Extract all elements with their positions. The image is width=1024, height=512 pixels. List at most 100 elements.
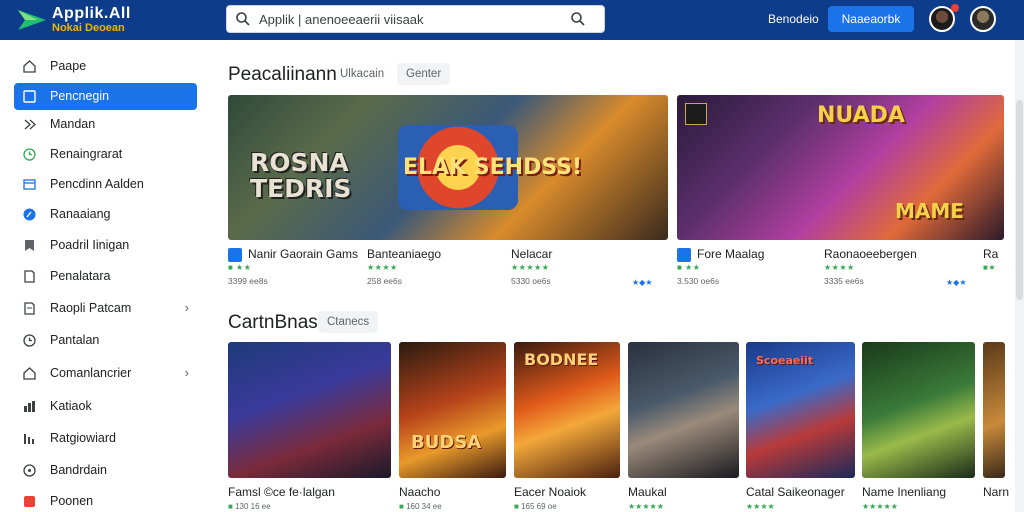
sidebar-item-8[interactable]: Penalatara (14, 263, 197, 290)
chevron-right-icon[interactable]: › (185, 300, 189, 315)
game-card[interactable]: Scoeaeiit (746, 342, 855, 478)
card-meta: ★★★★★ (862, 502, 898, 511)
rating-dots: ★◆★ (632, 278, 653, 287)
notification-badge (951, 4, 959, 12)
search-bar[interactable] (226, 5, 605, 33)
sidebar-item-5[interactable]: Pencdinn Aalden (14, 171, 197, 198)
document-icon (24, 270, 35, 283)
rating-stars: ★★★★ (367, 263, 398, 272)
clock-outline-icon (23, 334, 36, 347)
home-outline-icon (23, 367, 36, 380)
rating-dots: ★◆★ (946, 278, 967, 287)
banner-2-subtitle: MAME (895, 199, 964, 223)
section-title-featured: Peacaliinann (228, 64, 337, 85)
banner-1-center-title: ELAK SEHDSS! (403, 155, 583, 180)
brand-subtitle: Nokai Deoean (52, 22, 125, 34)
game-card[interactable] (983, 342, 1005, 478)
app-name: Fore Maalag (697, 247, 765, 261)
sidebar-item-label: Penalatara (50, 269, 111, 283)
card-title[interactable]: Naacho (399, 485, 440, 499)
card-title[interactable]: Maukal (628, 485, 667, 499)
card-title[interactable]: Eacer Noaiok (514, 485, 586, 499)
tab-featured[interactable]: Ulkacain (340, 68, 384, 80)
app-item[interactable]: Fore Maalag ■ ★★ 3.530 oe6s (677, 247, 817, 291)
card-title[interactable]: Famsl ©ce fe·lalgan (228, 485, 335, 499)
bookmark-icon (25, 240, 34, 251)
header-link[interactable]: Benodeio (768, 12, 819, 26)
game-card[interactable] (628, 342, 739, 478)
app-item[interactable]: Nelacar ★★★★★ 5330 oe6s (511, 247, 631, 291)
top-app-bar: Applik.All Nokai Deoean Benodeio Naaeaor… (0, 0, 1024, 40)
search-submit-icon[interactable] (570, 11, 586, 27)
app-name: Nelacar (511, 247, 553, 261)
card-meta: ★★★★ (746, 502, 775, 511)
filter-chip[interactable]: Genter (397, 63, 451, 85)
sidebar-item-4[interactable]: Renaingrarat (14, 141, 197, 168)
sidebar-item-10[interactable]: Pantalan (14, 327, 197, 354)
app-meta: 3335 ee6s (824, 276, 864, 286)
square-icon (23, 90, 36, 103)
featured-banner-1[interactable]: ROSNA TEDRIS ELAK SEHDSS! (228, 95, 668, 240)
sidebar-item-label: Pantalan (50, 333, 100, 347)
avatar-secondary[interactable] (970, 6, 996, 32)
sidebar-item-11[interactable]: Comanlancrier › (14, 360, 197, 387)
compass-icon (23, 208, 36, 221)
scrollbar[interactable] (1015, 40, 1024, 512)
chart-icon (24, 401, 35, 412)
bar-chart-icon (24, 434, 34, 444)
sidebar-item-9[interactable]: Raopli Patcam › (14, 295, 197, 322)
sidebar-item-label: Pencdinn Aalden (50, 177, 144, 191)
sidebar-item-label: Mandan (50, 117, 96, 131)
card-art-title: BUDSA (411, 432, 482, 453)
app-icon (677, 248, 691, 262)
card-title[interactable]: Narn (983, 485, 1009, 499)
sidebar-item-label: Comanlancrier (50, 366, 132, 380)
app-item[interactable]: Ra ■★ (983, 247, 1013, 291)
card-title[interactable]: Name Inenliang (862, 485, 946, 499)
sidebar-item-label: Raopli Patcam (50, 301, 132, 315)
rating-stars: ■ ★★ (228, 263, 252, 272)
window-icon (23, 179, 36, 190)
app-item[interactable]: Raonaoeebergen ★★★★ 3335 ee6s (824, 247, 944, 291)
sidebar-item-15[interactable]: Poonen (14, 488, 197, 512)
card-meta: ■ 130 16 ee (228, 502, 271, 511)
game-card[interactable] (862, 342, 975, 478)
banner-2-title: NUADA (817, 103, 905, 128)
card-art-title: Scoeaeiit (756, 354, 814, 367)
sidebar-item-13[interactable]: Ratgiowiard (14, 425, 197, 452)
filter-chip[interactable]: Ctanecs (318, 311, 379, 333)
card-title[interactable]: Catal Saikeonager (746, 485, 845, 499)
sidebar-item-label: Katiaok (50, 399, 92, 413)
featured-banner-2[interactable]: NUADA MAME (677, 95, 1004, 240)
sidebar-item-label: Ratgiowiard (50, 431, 117, 445)
sidebar-item-14[interactable]: Bandrdain (14, 457, 197, 484)
app-item[interactable]: Nanir Gaorain Gams ■ ★★ 3399 ee8s (228, 247, 368, 291)
game-card[interactable] (228, 342, 391, 478)
home-icon (23, 60, 36, 73)
sidebar-item-12[interactable]: Katiaok (14, 393, 197, 420)
sidebar-item-active[interactable]: Pencnegin (14, 83, 197, 110)
logo-arrow-icon (18, 10, 46, 30)
section-title-category: CartnBnas (228, 312, 318, 333)
sidebar-item-6[interactable]: Ranaaiang (14, 201, 197, 228)
sidebar-item-home[interactable]: Paape (14, 53, 197, 80)
sidebar-item-label: Paape (50, 59, 87, 73)
game-card[interactable]: BUDSA (399, 342, 506, 478)
app-item[interactable]: Banteaniaego ★★★★ 258 ee6s (367, 247, 497, 291)
brand-title: Applik.All (52, 5, 131, 22)
brand-logo[interactable]: Applik.All Nokai Deoean (16, 4, 136, 36)
sidebar-item-label: Pencnegin (50, 89, 110, 103)
sidebar-item-label: Poadril Iinigan (50, 238, 130, 252)
sidebar-item-3[interactable]: Mandan (14, 111, 197, 138)
chevron-right-icon[interactable]: › (185, 365, 189, 380)
header-primary-button[interactable]: Naaeaorbk (828, 6, 914, 32)
search-input[interactable] (259, 9, 559, 29)
scrollbar-thumb[interactable] (1016, 100, 1023, 300)
game-card[interactable]: BODNEE (514, 342, 620, 478)
app-meta: 3399 ee8s (228, 276, 268, 286)
sidebar-item-7[interactable]: Poadril Iinigan (14, 232, 197, 259)
app-meta: 5330 oe6s (511, 276, 551, 286)
card-meta: ■ 160 34 ee (399, 502, 442, 511)
banner-badge-icon (685, 103, 707, 125)
chevron-double-icon (24, 119, 36, 130)
